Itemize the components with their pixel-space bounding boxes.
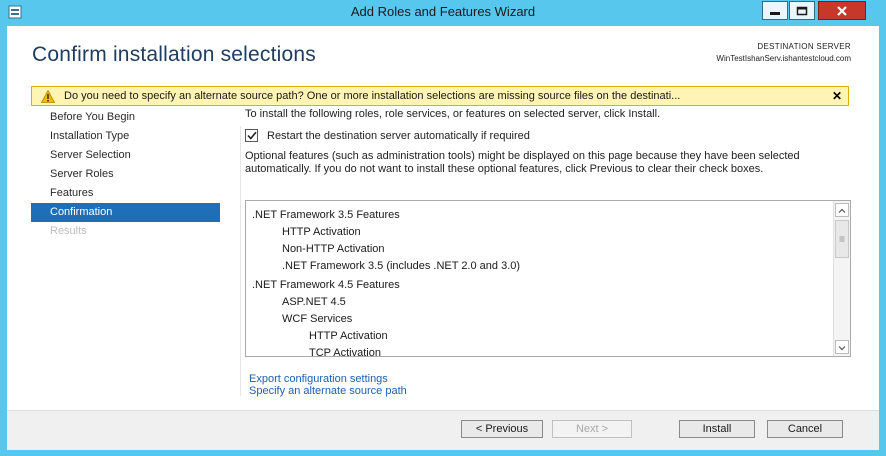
export-configuration-link[interactable]: Export configuration settings (249, 373, 388, 385)
list-item: HTTP Activation (309, 330, 388, 342)
feature-list[interactable]: .NET Framework 3.5 Features HTTP Activat… (245, 200, 851, 357)
previous-button[interactable]: < Previous (461, 420, 543, 438)
warning-icon (41, 89, 55, 103)
chevron-up-icon (838, 208, 846, 213)
scroll-thumb[interactable] (835, 220, 849, 258)
wizard-window: Add Roles and Features Wizard Confirm in… (0, 0, 886, 456)
nav-item-server-selection[interactable]: Server Selection (31, 146, 220, 165)
intro-text: To install the following roles, role ser… (245, 108, 661, 120)
close-icon (837, 5, 847, 16)
scroll-up-button[interactable] (835, 203, 849, 217)
scroll-down-button[interactable] (835, 340, 849, 354)
list-item: .NET Framework 3.5 (includes .NET 2.0 an… (282, 260, 521, 272)
list-item: WCF Services (282, 313, 353, 325)
nav-item-results: Results (50, 225, 87, 237)
restart-checkbox[interactable] (245, 129, 258, 142)
nav-divider (240, 126, 241, 396)
list-item: TCP Activation (309, 347, 381, 357)
title-bar[interactable]: Add Roles and Features Wizard (0, 0, 886, 26)
cancel-button[interactable]: Cancel (767, 420, 843, 438)
warning-text[interactable]: Do you need to specify an alternate sour… (64, 90, 826, 102)
nav-item-server-roles[interactable]: Server Roles (31, 165, 220, 184)
destination-server-label: DESTINATION SERVER (757, 42, 851, 51)
grip-icon (839, 236, 845, 242)
wizard-header: Confirm installation selections DESTINAT… (7, 26, 879, 84)
nav-item-before-you-begin[interactable]: Before You Begin (31, 108, 220, 127)
wizard-navigation: Before You Begin Installation Type Serve… (31, 108, 220, 241)
checkmark-icon (246, 131, 257, 140)
maximize-icon (796, 6, 808, 15)
wizard-footer: < Previous Next > Install Cancel (7, 411, 879, 450)
feature-list-items: .NET Framework 3.5 Features HTTP Activat… (252, 207, 521, 357)
next-button[interactable]: Next > (552, 420, 632, 438)
chevron-down-icon (838, 346, 846, 351)
destination-server-name: WinTestIshanServ.ishantestcloud.com (716, 54, 851, 63)
feature-list-scrollbar[interactable] (833, 201, 850, 356)
list-item: Non-HTTP Activation (282, 243, 385, 255)
restart-checkbox-label[interactable]: Restart the destination server automatic… (267, 130, 530, 142)
install-button[interactable]: Install (679, 420, 755, 438)
list-item: .NET Framework 4.5 Features (252, 279, 400, 291)
alternate-source-link[interactable]: Specify an alternate source path (249, 385, 407, 397)
wizard-client-area: Confirm installation selections DESTINAT… (7, 26, 879, 450)
nav-item-features[interactable]: Features (31, 184, 220, 203)
nav-item-installation-type[interactable]: Installation Type (31, 127, 220, 146)
list-item: ASP.NET 4.5 (282, 296, 346, 308)
close-button[interactable] (818, 1, 866, 20)
page-title: Confirm installation selections (32, 43, 316, 66)
minimize-icon (770, 11, 780, 15)
minimize-button[interactable] (762, 1, 788, 20)
list-item: HTTP Activation (282, 226, 361, 238)
window-title: Add Roles and Features Wizard (350, 4, 536, 19)
nav-item-confirmation[interactable]: Confirmation (31, 203, 220, 222)
list-item: .NET Framework 3.5 Features (252, 209, 400, 221)
restart-option[interactable]: Restart the destination server automatic… (245, 129, 530, 142)
warning-close-button[interactable]: ✕ (826, 89, 848, 103)
optional-features-text: Optional features (such as administratio… (245, 150, 800, 175)
warning-banner: Do you need to specify an alternate sour… (31, 86, 849, 106)
maximize-button[interactable] (789, 1, 815, 20)
